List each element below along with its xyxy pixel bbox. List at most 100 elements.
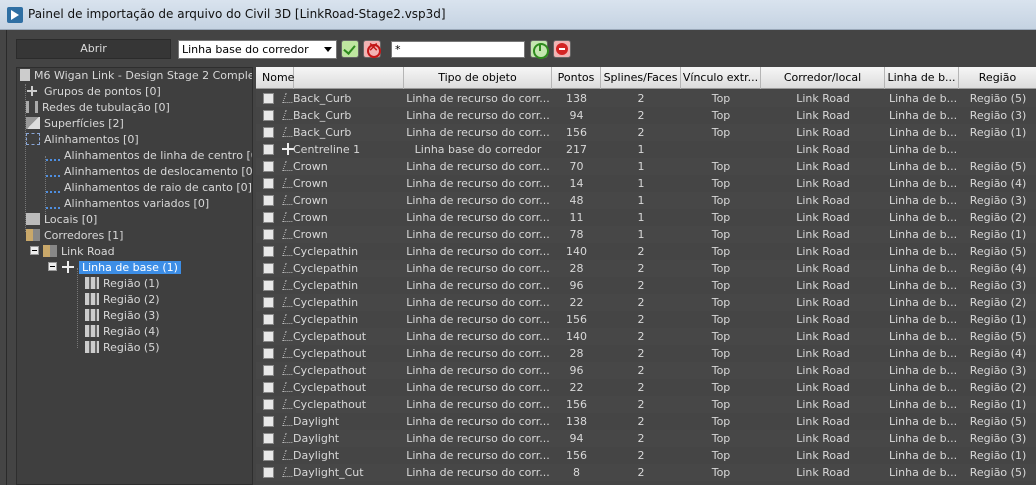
table-row[interactable]: Daylight Linha de recurso do corr... 156 2 T…: [256, 447, 1036, 464]
row-checkbox[interactable]: [263, 263, 274, 274]
row-checkbox[interactable]: [263, 93, 274, 104]
table-row[interactable]: Cyclepathin Linha de recurso do corr... 14…: [256, 243, 1036, 260]
table-row[interactable]: Cyclepathin Linha de recurso do corr... 15…: [256, 311, 1036, 328]
table-row[interactable]: Back_Curb Linha de recurso do corr... 94 2 T…: [256, 107, 1036, 124]
column-header-corridor[interactable]: Corredor/local: [761, 67, 885, 89]
table-row[interactable]: Cyclepathin Linha de recurso do corr... 22…: [256, 294, 1036, 311]
row-checkbox[interactable]: [263, 365, 274, 376]
chevron-down-icon[interactable]: [324, 47, 332, 52]
table-row[interactable]: Crown Linha de recurso do corr... 78 1 Top Li…: [256, 226, 1036, 243]
cell-region: Região (1): [969, 398, 1027, 411]
table-row[interactable]: Daylight Linha de recurso do corr... 94 2 To…: [256, 430, 1036, 447]
object-type-filter-select[interactable]: Linha base do corredor: [178, 40, 337, 59]
table-row[interactable]: Centreline 1 Linha base do corredor 217 1 Li…: [256, 141, 1036, 158]
tree-item-region-4[interactable]: Região (4): [85, 324, 160, 340]
tree-item-region-2[interactable]: Região (2): [85, 292, 160, 308]
app-icon: [7, 7, 23, 23]
row-checkbox[interactable]: [263, 195, 274, 206]
row-checkbox[interactable]: [263, 433, 274, 444]
table-row[interactable]: Crown Linha de recurso do corr... 11 1 Top Li…: [256, 209, 1036, 226]
cell-name: Cyclepathout: [293, 364, 367, 377]
column-header-name[interactable]: Nome: [256, 67, 404, 89]
cell-baseline: Linha de b...: [889, 347, 958, 360]
grid-header: Nome Tipo de objeto Pontos Splines/Faces…: [256, 67, 1036, 89]
cell-region: Região (5): [969, 415, 1027, 428]
collapse-icon[interactable]: [30, 246, 39, 255]
column-header-link[interactable]: Vínculo extr...: [681, 67, 761, 89]
cell-baseline: Linha de b...: [889, 228, 958, 241]
row-checkbox[interactable]: [263, 280, 274, 291]
tree-item-region-5[interactable]: Região (5): [85, 340, 160, 356]
row-checkbox[interactable]: [263, 161, 274, 172]
cell-corridor: Link Road: [796, 194, 850, 207]
tree-item-region-1[interactable]: Região (1): [85, 276, 160, 292]
column-header-type[interactable]: Tipo de objeto: [404, 67, 552, 89]
table-row[interactable]: Crown Linha de recurso do corr... 48 1 Top Li…: [256, 192, 1036, 209]
cell-splines: 2: [637, 415, 645, 428]
table-row[interactable]: Daylight Linha de recurso do corr... 138 2 T…: [256, 413, 1036, 430]
table-row[interactable]: Cyclepathin Linha de recurso do corr... 96…: [256, 277, 1036, 294]
deselect-all-button[interactable]: [363, 40, 381, 58]
column-header-splines[interactable]: Splines/Faces: [601, 67, 681, 89]
open-button[interactable]: Abrir: [16, 39, 171, 59]
row-checkbox[interactable]: [263, 110, 274, 121]
cell-baseline: Linha de b...: [889, 364, 958, 377]
row-checkbox[interactable]: [263, 314, 274, 325]
table-row[interactable]: Crown Linha de recurso do corr... 70 1 Top Li…: [256, 158, 1036, 175]
cell-corridor: Link Road: [796, 245, 850, 258]
cell-name: Crown: [293, 194, 328, 207]
clear-filter-button[interactable]: [553, 40, 571, 58]
tree-item-surfaces[interactable]: Superfícies [2]: [26, 116, 124, 132]
collapse-icon[interactable]: [48, 262, 57, 271]
table-row[interactable]: Cyclepathout Linha de recurso do corr... 1…: [256, 328, 1036, 345]
row-checkbox[interactable]: [263, 178, 274, 189]
column-header-baseline[interactable]: Linha de b...: [885, 67, 959, 89]
row-checkbox[interactable]: [263, 144, 274, 155]
name-filter-input[interactable]: *: [391, 41, 525, 58]
tree-item-link-road[interactable]: Link Road: [30, 244, 115, 260]
column-header-region[interactable]: Região: [959, 67, 1036, 89]
table-row[interactable]: Cyclepathout Linha de recurso do corr... 1…: [256, 396, 1036, 413]
row-checkbox[interactable]: [263, 229, 274, 240]
tree-item-alignments-centerline[interactable]: Alinhamentos de linha de centro [0]: [46, 148, 252, 164]
select-all-button[interactable]: [341, 40, 359, 58]
tree-item-sites[interactable]: Locais [0]: [26, 212, 97, 228]
tree-item-corridors[interactable]: Corredores [1]: [26, 228, 123, 244]
row-checkbox[interactable]: [263, 382, 274, 393]
cell-splines: 2: [637, 330, 645, 343]
row-checkbox[interactable]: [263, 246, 274, 257]
cell-region: Região (5): [969, 92, 1027, 105]
row-checkbox[interactable]: [263, 348, 274, 359]
row-checkbox[interactable]: [263, 127, 274, 138]
row-checkbox[interactable]: [263, 331, 274, 342]
table-row[interactable]: Cyclepathout Linha de recurso do corr... 2…: [256, 379, 1036, 396]
table-row[interactable]: Back_Curb Linha de recurso do corr... 138 2…: [256, 90, 1036, 107]
table-row[interactable]: Cyclepathin Linha de recurso do corr... 28…: [256, 260, 1036, 277]
table-row[interactable]: Crown Linha de recurso do corr... 14 1 Top Li…: [256, 175, 1036, 192]
row-checkbox[interactable]: [263, 297, 274, 308]
tree-item-alignments-misc[interactable]: Alinhamentos variados [0]: [46, 196, 209, 212]
cell-splines: 1: [637, 211, 645, 224]
row-checkbox[interactable]: [263, 450, 274, 461]
cell-points: 156: [566, 398, 587, 411]
tree-item-region-3[interactable]: Região (3): [85, 308, 160, 324]
cell-name: Crown: [293, 228, 328, 241]
table-row[interactable]: Back_Curb Linha de recurso do corr... 156 2…: [256, 124, 1036, 141]
tree-item-baseline[interactable]: Linha de base (1): [48, 260, 181, 276]
row-checkbox[interactable]: [263, 399, 274, 410]
tree-item-point-groups[interactable]: Grupos de pontos [0]: [26, 84, 161, 100]
tree-item-alignments-curb-return[interactable]: Alinhamentos de raio de canto [0]: [46, 180, 252, 196]
table-row[interactable]: Cyclepathout Linha de recurso do corr... 2…: [256, 345, 1036, 362]
cell-baseline: Linha de b...: [889, 381, 958, 394]
row-checkbox[interactable]: [263, 467, 274, 478]
tree-item-alignments[interactable]: Alinhamentos [0]: [26, 132, 139, 148]
row-checkbox[interactable]: [263, 416, 274, 427]
tree-item-alignments-offset[interactable]: Alinhamentos de deslocamento [0]: [46, 164, 252, 180]
tree-item-pipe-networks[interactable]: Redes de tubulação [0]: [26, 100, 170, 116]
row-checkbox[interactable]: [263, 212, 274, 223]
table-row[interactable]: Cyclepathout Linha de recurso do corr... 9…: [256, 362, 1036, 379]
table-row[interactable]: Daylight_Cut Linha de recurso do corr... 8…: [256, 464, 1036, 481]
tree-item-root[interactable]: M6 Wigan Link - Design Stage 2 Complete.…: [20, 68, 252, 84]
apply-filter-button[interactable]: [530, 40, 549, 59]
column-header-points[interactable]: Pontos: [552, 67, 601, 89]
